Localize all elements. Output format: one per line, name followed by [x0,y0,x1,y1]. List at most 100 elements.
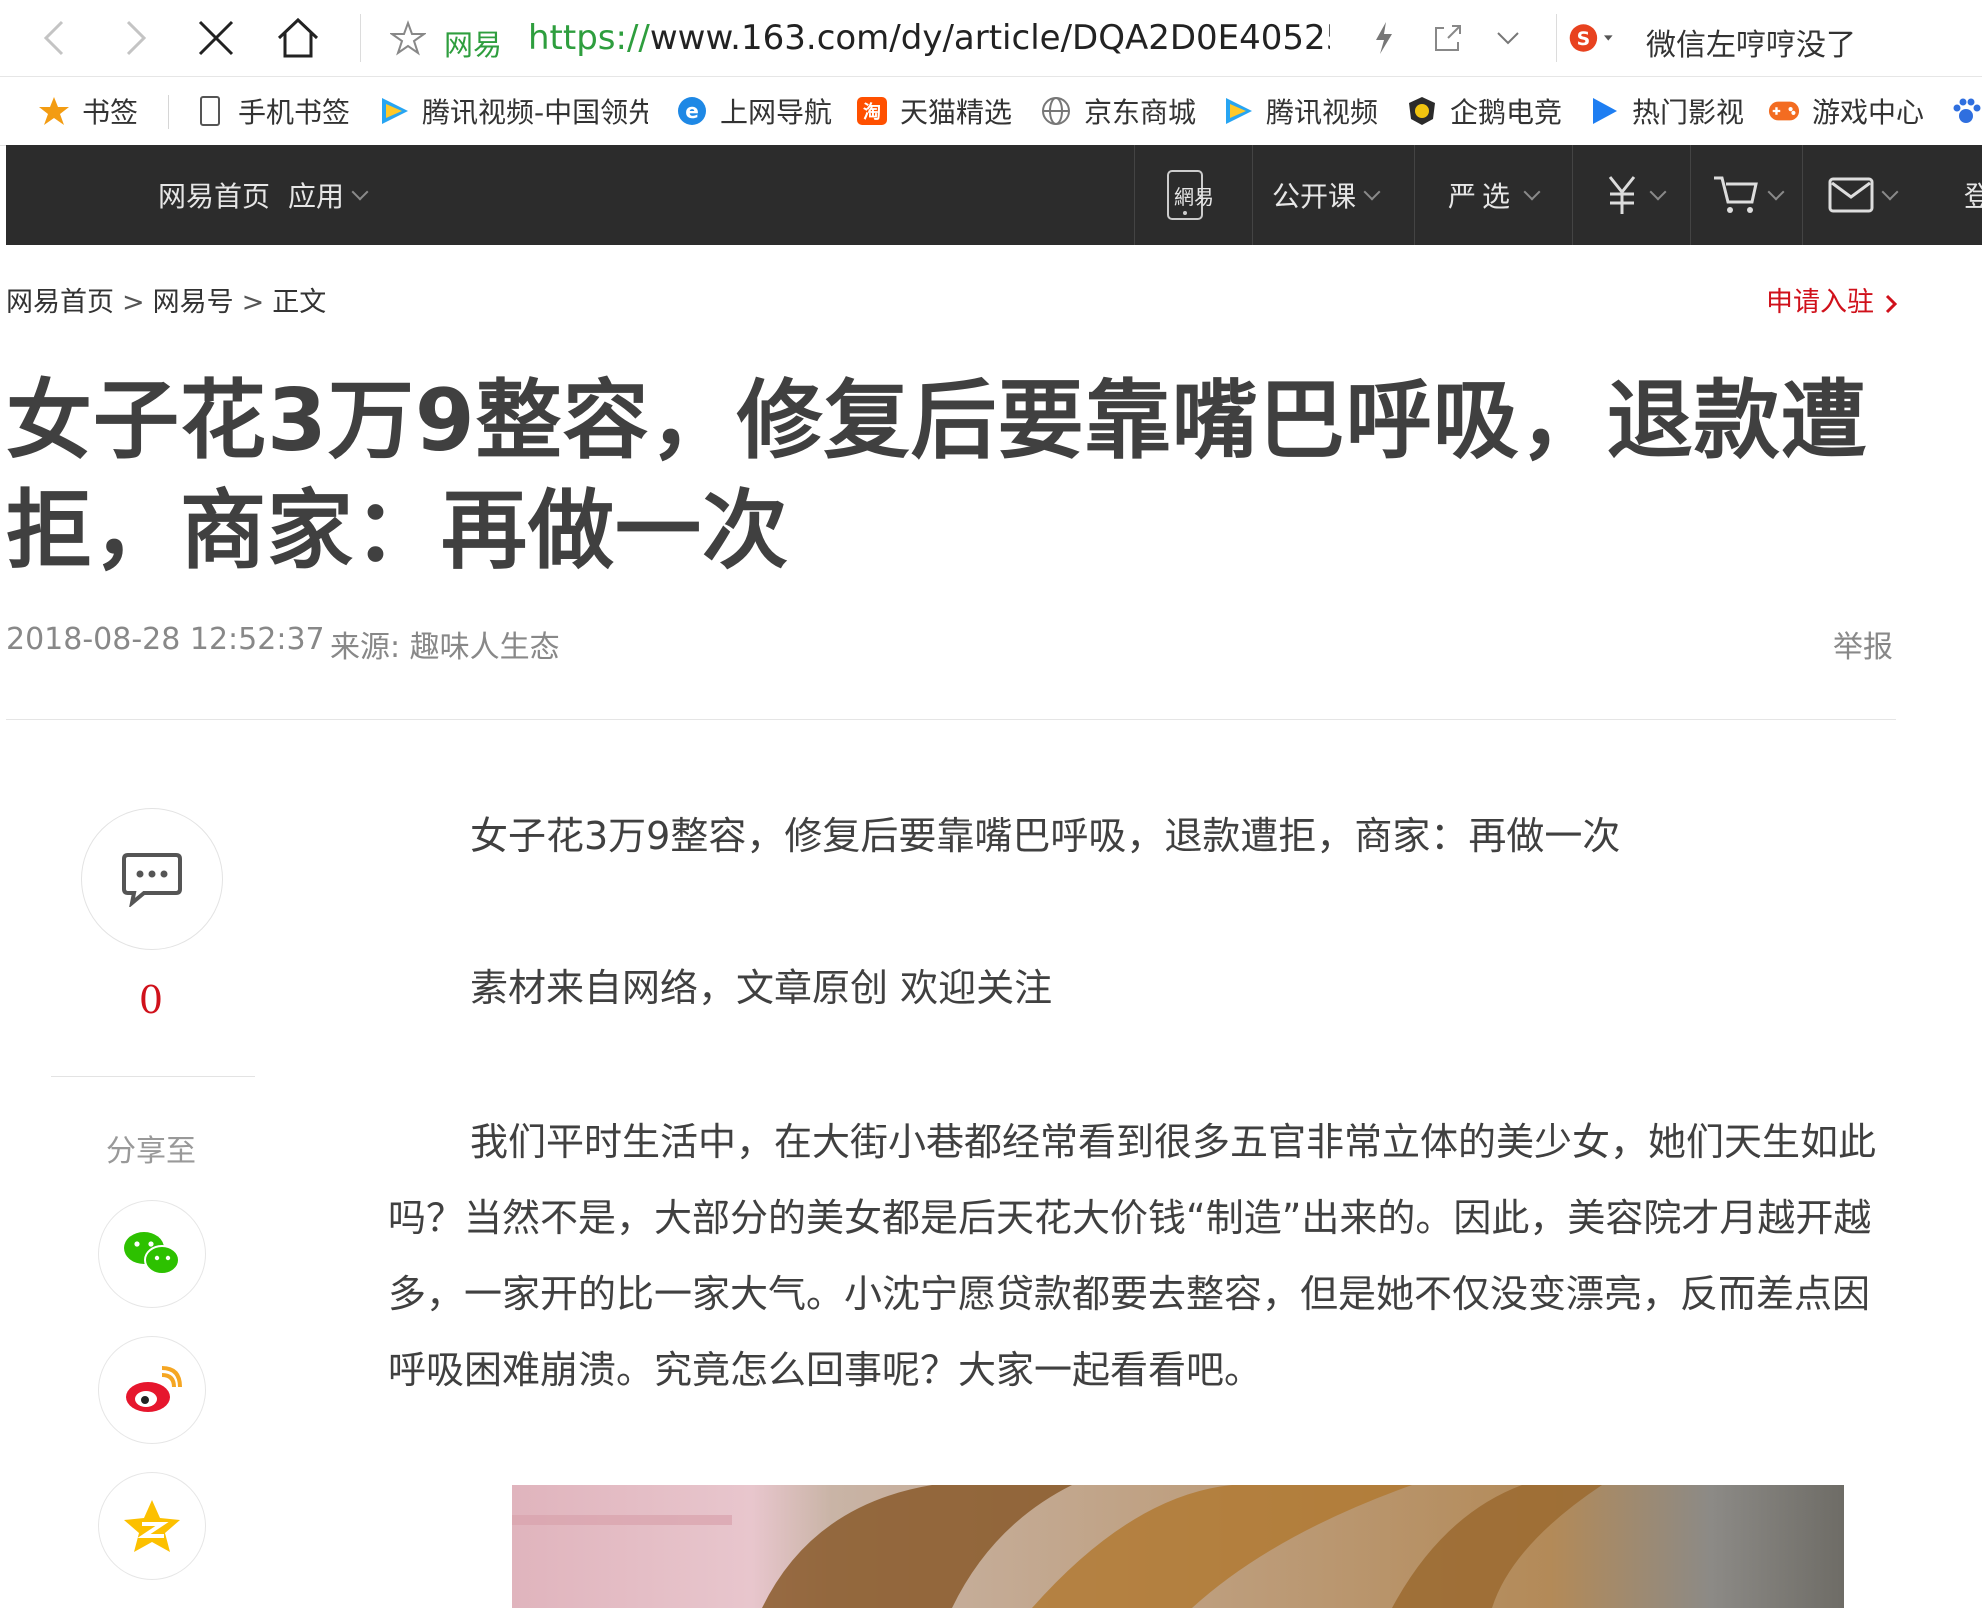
bookmark-overflow[interactable] [1950,91,1982,131]
report-link[interactable]: 举报 [1833,622,1893,666]
bookmark-label: 企鹅电竞 [1450,96,1563,129]
article-source[interactable]: 来源: 趣味人生态 [330,622,560,666]
share-page-button[interactable] [1424,14,1472,62]
sogou-icon: S [1569,24,1613,52]
weibo-icon [126,1366,182,1412]
sidebar-divider [51,1076,255,1077]
article-date: 2018-08-28 12:52:37 [6,622,325,657]
nav-login-link[interactable]: 登 [1964,145,1982,245]
url-scheme: https:// [528,18,650,58]
chevron-down-icon [1767,183,1785,201]
bookmark-item[interactable]: 京东商城 [1040,91,1196,131]
share-label: 分享至 [106,1134,196,1169]
back-button[interactable] [30,14,78,62]
chevron-down-icon [1649,183,1667,201]
nav-payment[interactable] [1602,145,1667,245]
chevron-left-icon [43,20,64,56]
favorite-button[interactable] [384,14,432,62]
breadcrumb-separator: > [241,287,265,318]
chevron-down-icon [1523,183,1541,201]
nav-mail[interactable] [1828,145,1899,245]
comment-bubble-icon [122,853,182,907]
share-out-icon [1435,25,1461,51]
nav-home-link[interactable]: 网易首页 [158,145,270,245]
article-paragraph: 女子花3万9整容，修复后要靠嘴巴呼吸，退款遭拒，商家：再做一次 [470,814,1621,858]
site-label: 网易 [444,28,503,62]
bookmark-item[interactable]: 手机书签 [194,91,350,131]
bookmark-label: 上网导航 [720,96,833,129]
bookmark-item[interactable]: 企鹅电竞 [1406,91,1562,131]
search-engine-selector[interactable]: S [1568,14,1616,62]
chevron-right-icon [1885,294,1897,313]
bookmarks-bar: 书签 手机书签 腾讯视频-中国领先 e 上网导航 淘 天猫精选 京东商城 腾讯视… [0,77,1982,146]
bookmark-label: 书签 [82,96,139,129]
netease-logo-text: 網易 [1174,185,1214,209]
article-title: 女子花3万9整容，修复后要靠嘴巴呼吸，退款遭拒，商家：再做一次 [6,371,1868,581]
star-outline-icon [390,20,426,56]
bookmark-label: 游戏中心 [1812,96,1925,129]
url-input[interactable]: https://www.163.com/dy/article/DQA2D0E40… [528,18,1330,58]
tmall-icon: 淘 [856,95,888,127]
nav-open-course[interactable]: 公开课 [1272,145,1381,245]
chevron-right-icon [126,20,147,56]
bookmark-item[interactable]: 热门影视 [1588,91,1744,131]
cart-icon [1714,176,1758,213]
comment-button[interactable] [81,808,223,950]
qzone-icon [124,1500,180,1552]
share-qzone-button[interactable] [98,1472,206,1580]
nav-apps-label: 应用 [288,180,345,213]
comment-count[interactable]: 0 [81,978,221,1022]
gamepad-icon [1768,95,1800,127]
stop-button[interactable] [192,14,240,62]
close-icon [198,20,234,56]
site-nav: 网易首页 应用 網易 公开课 严选 登 [6,145,1982,245]
svg-text:e: e [685,99,699,123]
article-paragraph: 素材来自网络，文章原创 欢迎关注 [470,966,1053,1010]
article-paragraph: 我们平时生活中，在大街小巷都经常看到很多五官非常立体的美少女，她们天生如此吗？当… [388,1120,1877,1392]
breadcrumb-home-link[interactable]: 网易首页 [6,287,114,318]
bookmark-label: 京东商城 [1084,96,1197,129]
netease-mobile-button[interactable]: 網易 [1166,145,1214,245]
bookmark-item[interactable]: 淘 天猫精选 [856,91,1012,131]
home-button[interactable] [274,14,322,62]
nav-home-label: 网易首页 [158,180,271,213]
article-photo [512,1485,1844,1608]
divider [6,719,1896,720]
breadcrumb-current: 正文 [272,287,327,318]
woman-portrait-image [512,1485,1844,1608]
bookmark-item[interactable]: 腾讯视频 [1222,91,1378,131]
apply-join-link[interactable]: 申请入驻 [1766,280,1899,319]
apply-join-label: 申请入驻 [1766,287,1874,318]
bookmark-item[interactable]: 游戏中心 [1768,91,1924,131]
chevron-down-icon [351,183,369,201]
forward-button[interactable] [112,14,160,62]
star-icon [38,95,70,127]
bookmark-label: 手机书签 [238,96,351,129]
speed-mode-button[interactable] [1360,14,1408,62]
bookmark-label: 腾讯视频-中国领先 [422,96,648,129]
breadcrumb-netease-hao-link[interactable]: 网易号 [153,287,234,318]
chevron-down-icon [1363,183,1381,201]
tencent-video-icon [378,95,410,127]
bookmark-item[interactable]: 书签 [38,91,138,131]
nav-yanxuan[interactable]: 严选 [1448,145,1541,245]
bookmark-item[interactable]: 腾讯视频-中国领先 [378,91,648,131]
svg-text:淘: 淘 [863,101,881,123]
tencent-video-icon [1222,95,1254,127]
bookmark-item[interactable]: e 上网导航 [676,91,832,131]
bookmark-label: 热门影视 [1632,96,1745,129]
history-dropdown[interactable] [1484,14,1532,62]
penguin-esports-icon [1406,95,1438,127]
chevron-down-icon [1497,32,1519,45]
breadcrumb: 网易首页 > 网易号 > 正文 [6,280,326,319]
nav-apps-dropdown[interactable]: 应用 [288,145,369,245]
search-input[interactable]: 微信左哼哼没了 [1646,20,1856,64]
ie-icon: e [676,95,708,127]
yen-icon [1608,176,1636,214]
phone-icon [194,95,226,127]
share-weibo-button[interactable] [98,1336,206,1444]
nav-cart[interactable] [1712,145,1785,245]
home-icon [277,17,319,58]
share-wechat-button[interactable] [98,1200,206,1308]
nav-yanxuan-label: 严选 [1448,180,1517,213]
